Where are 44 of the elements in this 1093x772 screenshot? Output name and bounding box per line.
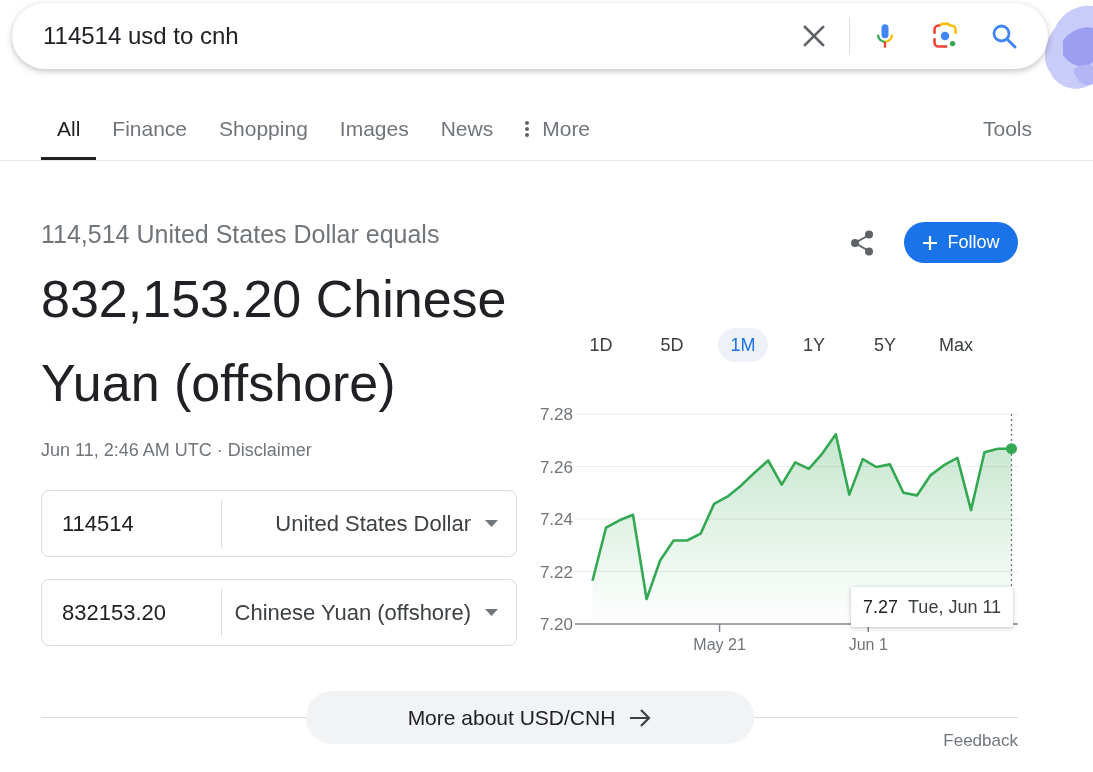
converted-amount: 832,153.20 Chinese Yuan (offshore) [41,269,508,414]
vertical-dots-icon [525,121,530,137]
timestamp-text: Jun 11, 2:46 AM UTC · Disclaimer [41,439,312,461]
converter-field[interactable]: 832153.20 Chinese Yuan (offshore) [41,579,517,646]
feedback-link[interactable]: Feedback [943,731,1018,751]
follow-button[interactable]: Follow [904,222,1018,263]
caret-icon [485,609,498,616]
conversion-summary: 114,514 United States Dollar equals [41,219,441,249]
axis-label: 7.22 [539,562,573,582]
nav-tab[interactable]: Finance [96,101,204,160]
nav-tab[interactable]: More [509,101,607,160]
nav-tab[interactable]: Shopping [203,101,324,160]
tooltip-value: 7.27 [863,596,899,618]
nav-tab[interactable]: All [41,101,97,160]
caret-icon [485,520,498,527]
nav-tab[interactable]: News [424,101,510,160]
currency-select[interactable]: Chinese Yuan (offshore) [222,588,516,637]
range-tab[interactable]: 1D [576,328,626,362]
tools-link[interactable]: Tools [966,101,1048,160]
range-tab[interactable]: 1Y [789,328,839,362]
axis-label: May 21 [693,636,746,653]
range-tab[interactable]: 5Y [860,328,910,362]
more-about-button[interactable]: More about USD/CNH [305,691,754,744]
arrow-right-icon [629,707,652,728]
range-tab[interactable]: Max [931,328,981,362]
disclaimer-link[interactable]: Disclaimer [227,440,312,460]
amount-input[interactable]: 832153.20 [42,588,221,637]
search-input[interactable]: 114514 usd to cnh [43,16,800,56]
point-marker-icon [1006,443,1017,455]
axis-label: 7.28 [539,405,573,424]
axis-label: 7.20 [539,615,573,634]
range-tab[interactable]: 1M [718,328,768,362]
axis-label: 7.26 [539,457,573,477]
plus-icon [922,234,939,251]
search-icon[interactable] [990,22,1018,50]
axis-label: Jun 1 [848,636,888,653]
tooltip-date: Tue, Jun 11 [908,596,1002,618]
axis-label: 7.24 [539,510,573,529]
currency-select[interactable]: United States Dollar [222,499,516,548]
amount-input[interactable]: 114514 [42,499,221,548]
nav-tab[interactable]: Images [323,101,425,160]
camera-lens-icon[interactable] [931,22,959,50]
range-tab[interactable]: 5D [647,328,697,362]
converter-field[interactable]: 114514 United States Dollar [41,490,517,557]
